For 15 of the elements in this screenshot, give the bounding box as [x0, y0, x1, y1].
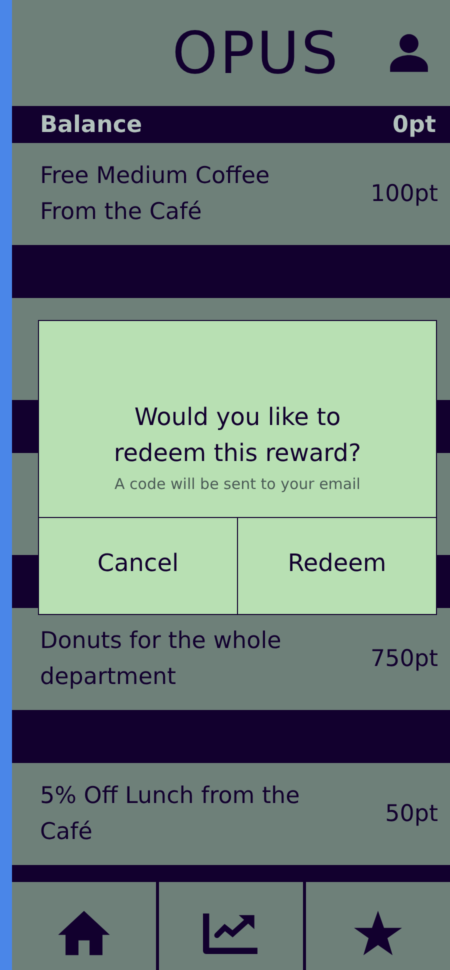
user-icon[interactable] [388, 32, 430, 74]
balance-value: 0pt [392, 112, 436, 138]
dialog-note: A code will be sent to your email [114, 475, 360, 493]
dialog-title: Would you like to redeem this reward? [112, 402, 362, 469]
reward-points: 750pt [370, 646, 438, 672]
app-title: OPUS [172, 19, 340, 87]
reward-title: 5% Off Lunch from the Café [40, 782, 301, 847]
reward-points: 50pt [385, 801, 438, 827]
balance-label: Balance [40, 112, 142, 138]
reward-row[interactable]: 5% Off Lunch from the Café 50pt [12, 763, 450, 865]
reward-row[interactable]: Free Medium Coffee From the Café 100pt [12, 143, 450, 245]
home-icon [56, 909, 112, 957]
reward-title: Donuts for the whole department [40, 627, 282, 692]
reward-title: Free Medium Coffee From the Café [40, 162, 271, 227]
reward-points: 100pt [370, 181, 438, 207]
